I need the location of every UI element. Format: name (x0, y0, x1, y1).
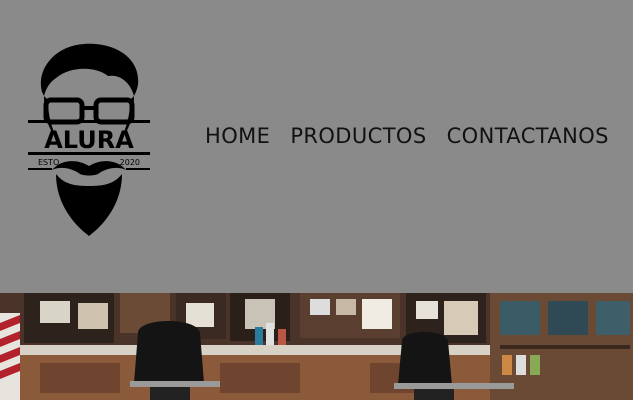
main-nav: HOME PRODUCTOS CONTACTANOS (205, 122, 609, 150)
bearded-man-logo-icon: ALURA ESTO 2020 (28, 43, 150, 236)
hero-banner (0, 293, 633, 400)
nav-contactanos-link[interactable]: CONTACTANOS (447, 124, 609, 148)
logo-right-text: 2020 (120, 158, 140, 167)
nav-productos-link[interactable]: PRODUCTOS (290, 124, 426, 148)
logo-brand-text: ALURA (44, 126, 134, 154)
logo-left-text: ESTO (38, 158, 59, 167)
barbershop-interior-image (0, 293, 633, 400)
nav-home-link[interactable]: HOME (205, 124, 270, 148)
site-header: ALURA ESTO 2020 HOME PRODUCTOS CONTACTAN… (0, 0, 633, 293)
alura-logo[interactable]: ALURA ESTO 2020 (26, 40, 152, 240)
